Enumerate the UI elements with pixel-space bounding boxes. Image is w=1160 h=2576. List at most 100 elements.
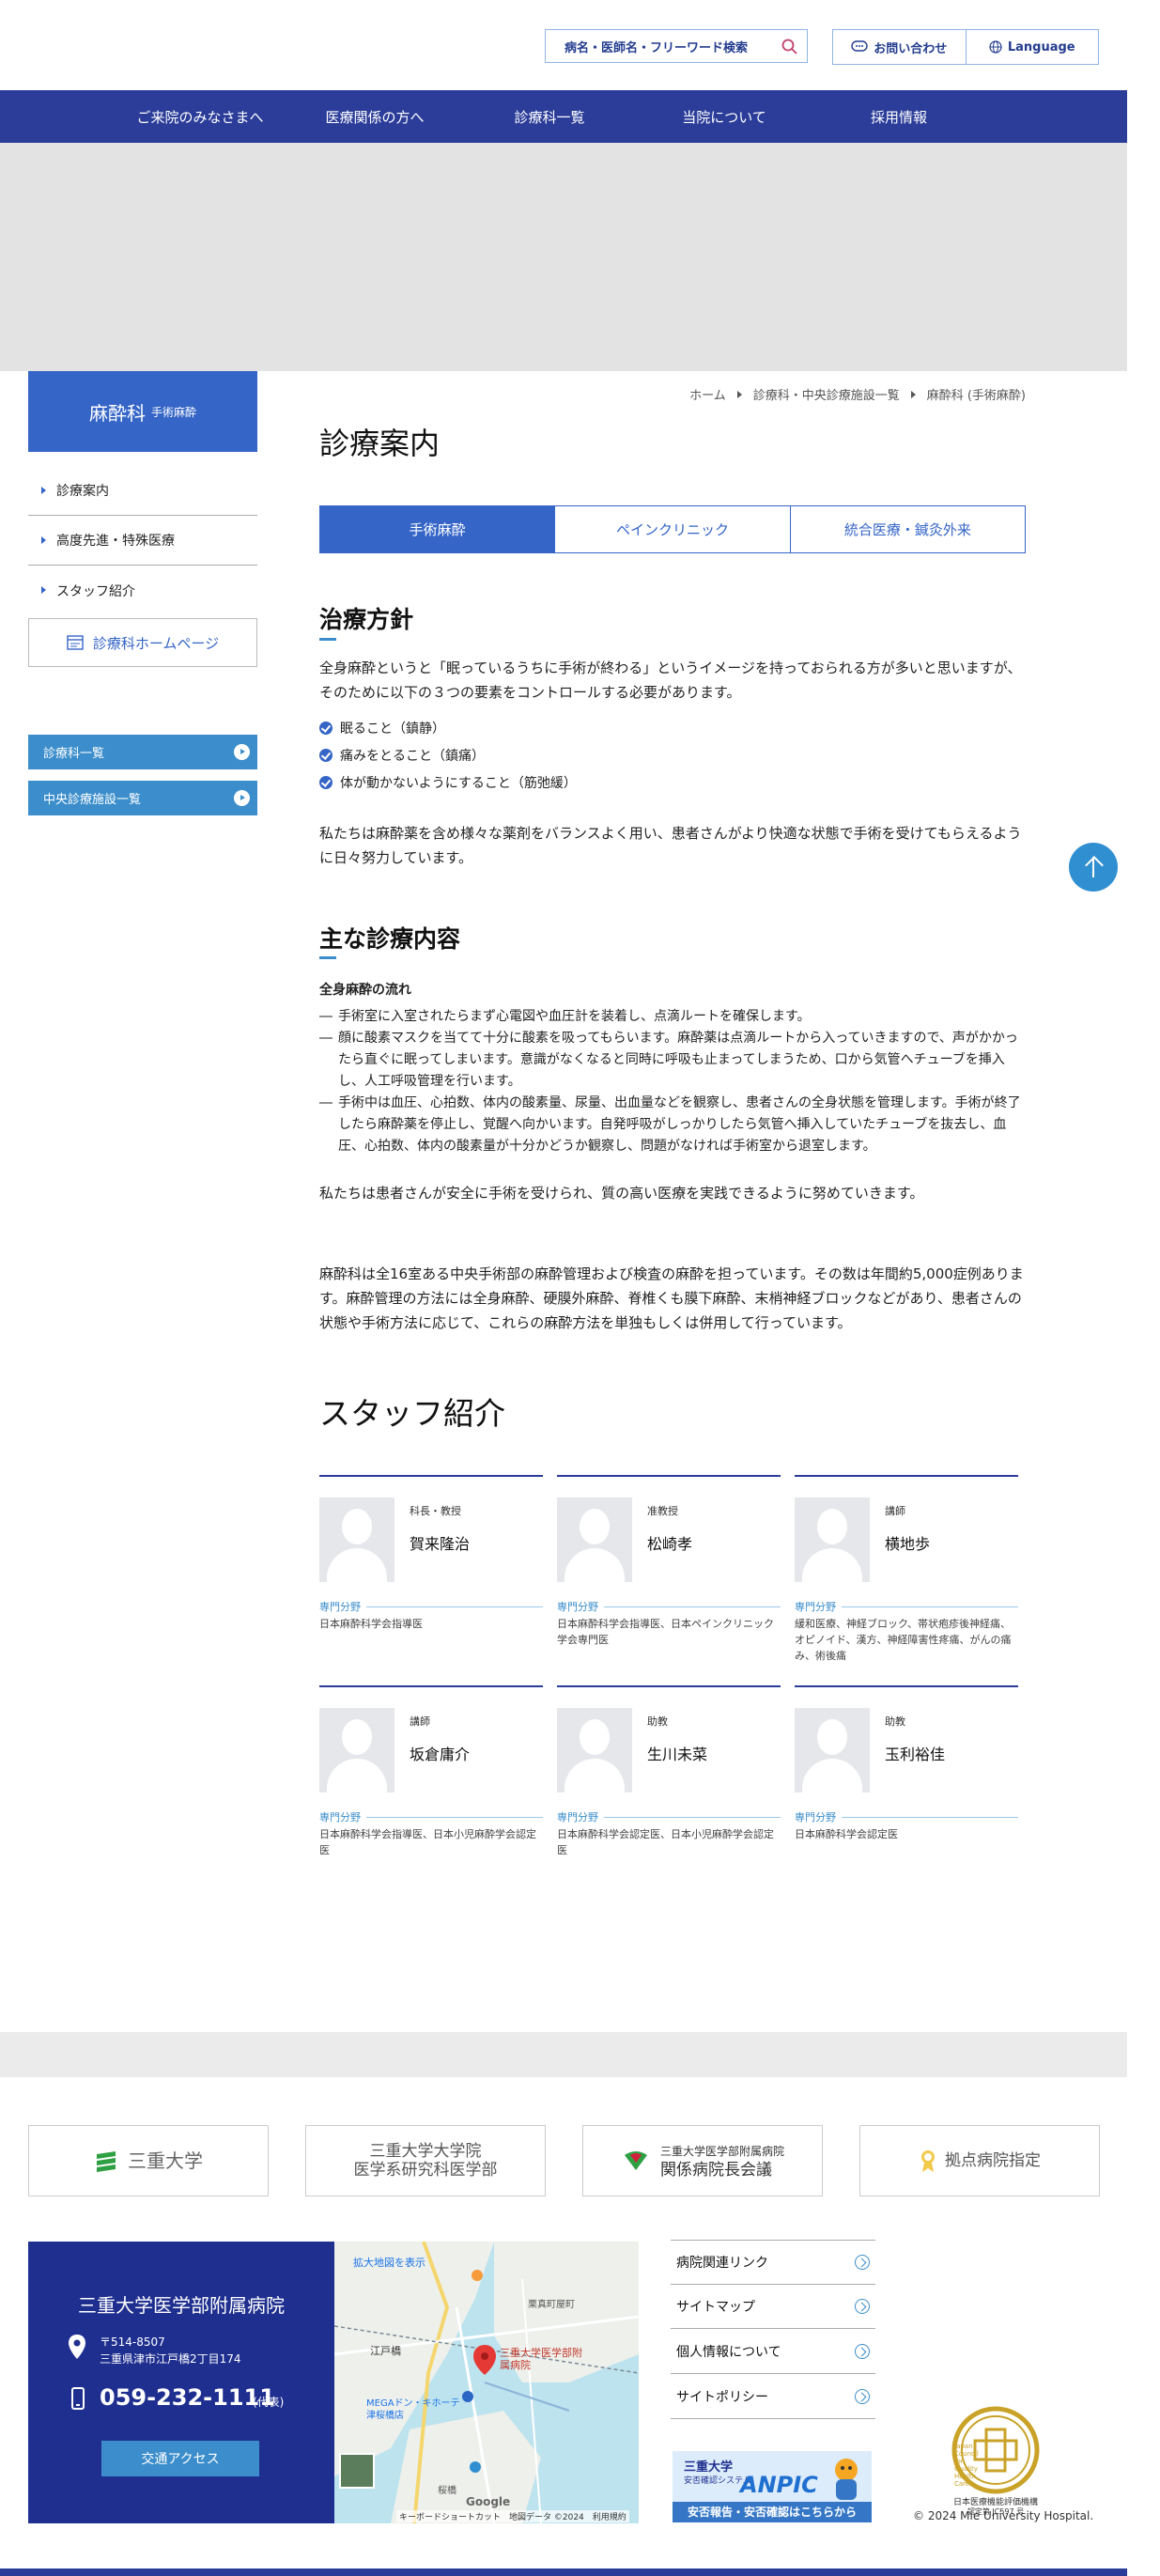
policy-outro: 私たちは麻酔薬を含め様々な薬剤をバランスよく用い、患者さんがより快適な状態で手術…: [319, 825, 1022, 866]
list-item: 顔に酸素マスクを当てて十分に酸素を吸ってもらいます。麻酔薬は点滴ルートから入って…: [319, 1028, 1026, 1093]
staff-name: 生川未菜: [647, 1746, 708, 1763]
footer-link-label: サイトポリシー: [676, 2390, 768, 2405]
sidebar-item-label: スタッフ紹介: [56, 583, 135, 599]
gnav-medical-professionals[interactable]: 医療関係の方へ: [287, 90, 462, 143]
flow-subheading: 全身麻酔の流れ: [319, 983, 411, 998]
anpic-top-label: 三重大学: [684, 2460, 734, 2475]
contact-label: お問い合わせ: [874, 41, 948, 56]
staff-name: 賀来隆治: [410, 1535, 471, 1553]
tab-surgical-anesthesia[interactable]: 手術麻酔: [319, 505, 556, 553]
arrow-circle-icon: [855, 2255, 870, 2270]
triangle-icon: [41, 487, 46, 494]
sidebar-item-advanced[interactable]: 高度先進・特殊医療: [28, 516, 257, 566]
tab-bar: 手術麻酔 ペインクリニック 統合医療・鍼灸外来: [319, 505, 1026, 553]
footer-link-sitemap[interactable]: サイトマップ: [671, 2285, 875, 2329]
field-label: 専門分野: [557, 1809, 781, 1824]
tab-integrative-medicine[interactable]: 統合医療・鍼灸外来: [790, 505, 1026, 553]
location-pin-icon: [69, 2335, 85, 2359]
globe-icon: [989, 40, 1002, 54]
search-icon[interactable]: [781, 38, 799, 56]
logo-label: 三重大学: [128, 2149, 203, 2172]
hospital-address: 〒514-8507 三重県津市江戸橋2丁目174: [100, 2334, 241, 2367]
breadcrumb: ホーム 診療科・中央診療施設一覧 麻酔科 (手術麻酔): [582, 385, 1026, 403]
staff-field: 日本麻酔科学会認定医: [795, 1828, 898, 1840]
postal-code: 〒514-8507: [100, 2335, 165, 2349]
address: 三重県津市江戸橋2丁目174: [100, 2352, 241, 2366]
sidebar-title: 麻酔科 手術麻酔: [28, 371, 257, 452]
staff-field: 日本麻酔科学会認定医、日本小児麻酔学会認定医: [557, 1828, 774, 1856]
logo-mie-university[interactable]: 三重大学: [28, 2125, 269, 2196]
hospital-phone[interactable]: 059-232-1111: [100, 2384, 275, 2411]
sidebar-item-staff[interactable]: スタッフ紹介: [28, 566, 257, 615]
map-attribution[interactable]: キーボードショートカット 地図データ ©2024 利用規約: [396, 2510, 629, 2522]
footer-link-label: 個人情報について: [676, 2345, 781, 2360]
sidebar-title-main: 麻酔科: [88, 401, 146, 425]
logo-label: 関係病院長会議: [659, 2161, 772, 2180]
check-item: 体が動かないようにすること（筋弛緩）: [319, 773, 577, 792]
policy-heading: 治療方針: [319, 606, 414, 633]
breadcrumb-departments[interactable]: 診療科・中央診療施設一覧: [753, 385, 900, 403]
language-button[interactable]: Language: [965, 30, 1099, 64]
logo-label: 三重大学大学院 医学系研究科医学部: [353, 2142, 498, 2180]
department-list-button[interactable]: 診療科一覧: [28, 735, 257, 769]
award-icon: [921, 2150, 935, 2172]
department-homepage-button[interactable]: 診療科ホームページ: [28, 618, 257, 667]
map-label: 桜橋: [438, 2486, 456, 2496]
avatar: [319, 1708, 394, 1792]
sidebar-item-label: 診療案内: [56, 484, 109, 499]
bottom-bar: [0, 2568, 1127, 2576]
arrow-circle-icon: [234, 744, 250, 760]
back-to-top-button[interactable]: [1069, 843, 1118, 892]
central-facility-list-button[interactable]: 中央診療施設一覧: [28, 781, 257, 815]
logo-council[interactable]: 三重大学医学部附属病院 関係病院長会議: [582, 2125, 823, 2196]
staff-name: 横地歩: [885, 1535, 931, 1553]
map[interactable]: 拡大地図を表示 三重大学医学部附属病院 江戸橋 栗真町屋町 MEGAドン・キホー…: [334, 2242, 639, 2523]
button-label: 中央診療施設一覧: [43, 793, 142, 807]
avatar: [557, 1708, 632, 1792]
avatar: [795, 1708, 870, 1792]
check-item-label: 体が動かないようにすること（筋弛緩）: [340, 776, 577, 791]
gnav-departments[interactable]: 診療科一覧: [462, 90, 637, 143]
footer-link-privacy[interactable]: 個人情報について: [671, 2330, 875, 2374]
map-label: 江戸橋: [370, 2345, 401, 2357]
map-label: MEGAドン・キホーテ 津桜橋店: [366, 2398, 460, 2421]
staff-field: 日本麻酔科学会指導医、日本小児麻酔学会認定医: [319, 1828, 536, 1856]
access-button[interactable]: 交通アクセス: [101, 2441, 259, 2476]
logo-graduate-school[interactable]: 三重大学大学院 医学系研究科医学部: [305, 2125, 546, 2196]
contact-button[interactable]: お問い合わせ: [833, 30, 966, 64]
tab-pain-clinic[interactable]: ペインクリニック: [555, 505, 791, 553]
heading-accent: [319, 956, 336, 959]
logo-label: 拠点病院指定: [945, 2151, 1041, 2170]
jcqhc-certification: Japan Council for Quality Health Care 日本…: [930, 2405, 1061, 2516]
page-title: 診療案内: [319, 426, 441, 461]
breadcrumb-separator-icon: [736, 390, 742, 398]
gnav-about[interactable]: 当院について: [637, 90, 812, 143]
content-heading: 主な診療内容: [319, 925, 461, 953]
search-input[interactable]: 病名・医師名・フリーワード検索: [545, 29, 808, 63]
jcqhc-line: Care: [954, 2480, 970, 2488]
sidebar-title-sub: 手術麻酔: [150, 405, 196, 419]
avatar: [557, 1497, 632, 1582]
jcqhc-line: Council: [954, 2450, 979, 2458]
field-label: 専門分野: [319, 1809, 543, 1824]
gnav-recruit[interactable]: 採用情報: [812, 90, 986, 143]
staff-role: 科長・教授: [410, 1505, 461, 1517]
arrow-circle-icon: [855, 2344, 870, 2359]
field-label: 専門分野: [319, 1599, 543, 1614]
gnav-visitors[interactable]: ご来院のみなさまへ: [113, 90, 287, 143]
footer-link-related[interactable]: 病院関連リンク: [671, 2240, 875, 2285]
check-item: 痛みをとること（鎮痛）: [319, 746, 485, 765]
logo-base-hospital[interactable]: 拠点病院指定: [859, 2125, 1100, 2196]
anpic-banner[interactable]: 三重大学 安否確認システム ANPIC 安否報告・安否確認はこちらから: [673, 2451, 872, 2522]
map-enlarge-link[interactable]: 拡大地図を表示: [353, 2255, 425, 2270]
jcqhc-line: Health: [954, 2473, 976, 2480]
sidebar-item-guide[interactable]: 診療案内: [28, 466, 257, 516]
breadcrumb-home[interactable]: ホーム: [689, 385, 726, 403]
content-summary: 麻酔科は全16室ある中央手術部の麻酔管理および検査の麻酔を担っています。その数は…: [319, 1265, 1024, 1331]
arrow-circle-icon: [855, 2299, 870, 2314]
hero-banner: [0, 143, 1127, 371]
chat-icon: [851, 40, 868, 52]
heading-accent: [319, 638, 336, 641]
staff-card: 准教授 松崎孝 専門分野 日本麻酔科学会指導医、日本ペインクリニック学会専門医: [557, 1475, 781, 1646]
footer-link-policy[interactable]: サイトポリシー: [671, 2375, 875, 2419]
